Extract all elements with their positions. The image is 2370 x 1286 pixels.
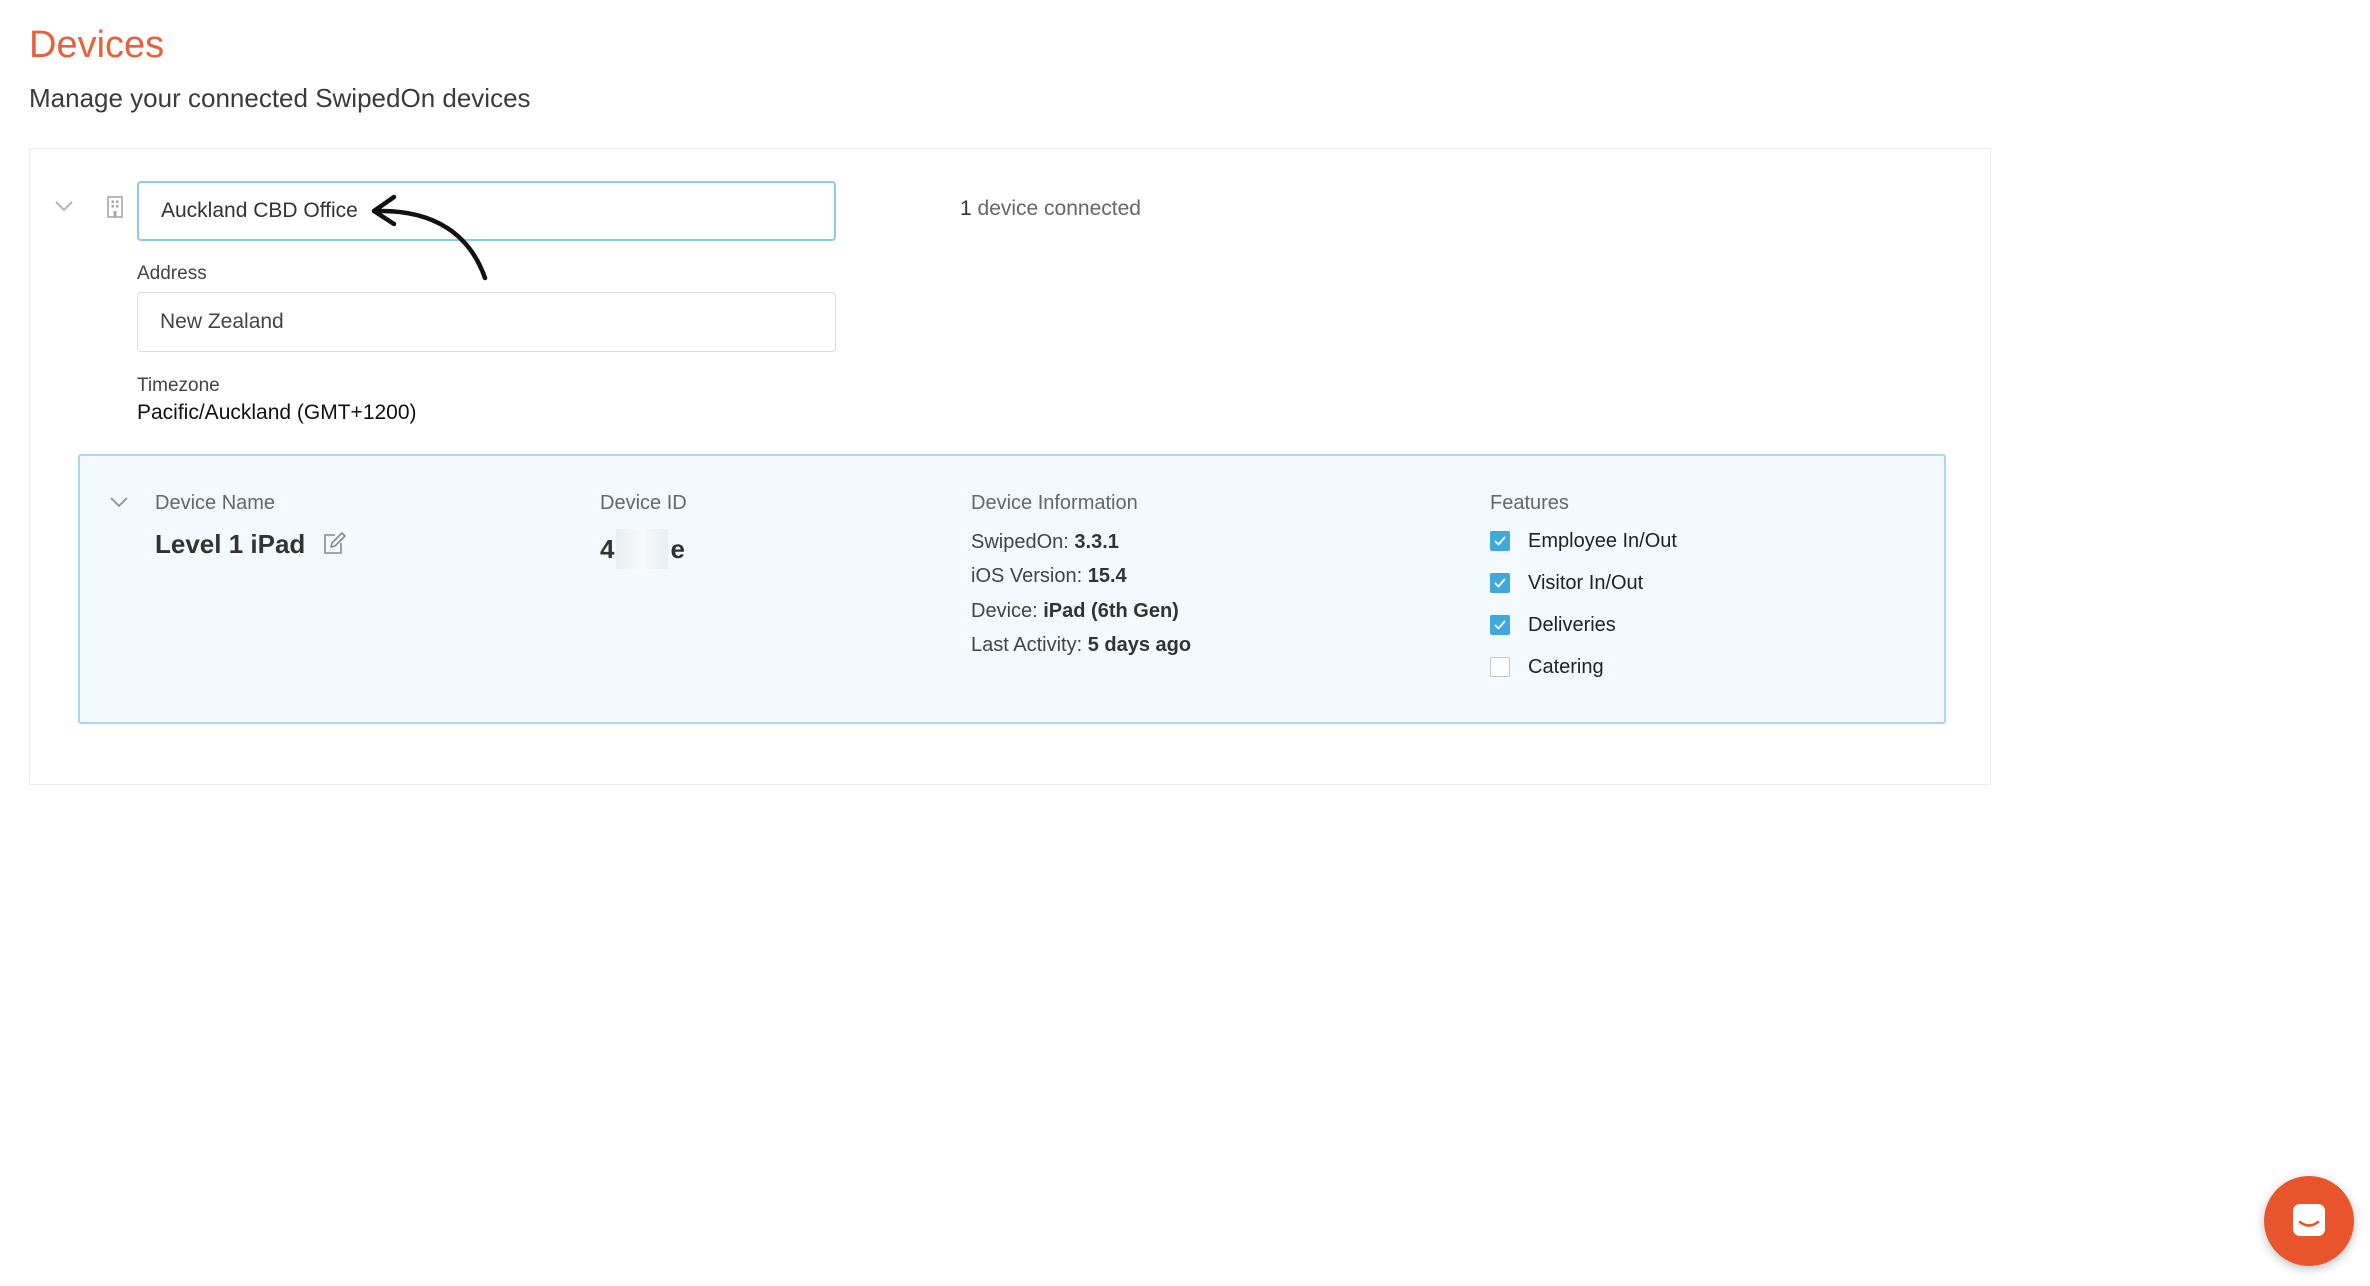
page-title: Devices [29, 24, 165, 66]
page-subtitle: Manage your connected SwipedOn devices [29, 83, 531, 113]
device-id-redacted [616, 529, 669, 569]
checkbox[interactable] [1490, 657, 1510, 677]
check-icon [1494, 620, 1506, 630]
chat-button[interactable] [2264, 1176, 2354, 1266]
timezone-value: Pacific/Auckland (GMT+1200) [137, 401, 417, 424]
device-count: 1 device connected [960, 197, 1141, 221]
checkbox[interactable] [1490, 573, 1510, 593]
device-count-text: device connected [971, 197, 1141, 220]
features-header: Features [1490, 492, 1569, 514]
info-swipedon-version: SwipedOn: 3.3.1 [971, 531, 1119, 553]
location-name-input[interactable] [137, 181, 836, 241]
device-id-header: Device ID [600, 492, 687, 514]
check-icon [1494, 578, 1506, 588]
device-id-start: 4 [600, 533, 615, 564]
checkbox[interactable] [1490, 531, 1510, 551]
feature-label: Deliveries [1528, 613, 1616, 636]
device-name-header: Device Name [155, 492, 276, 514]
devices-page: Devices Manage your connected SwipedOn d… [0, 0, 2370, 1286]
location-card: 1 device connected Address Timezone Paci… [29, 148, 1991, 785]
device-info-header: Device Information [971, 492, 1138, 514]
pencil-edit-icon[interactable] [321, 531, 347, 557]
checkbox[interactable] [1490, 615, 1510, 635]
address-label: Address [137, 263, 207, 284]
device-panel: Device Name Device ID Device Information… [78, 454, 1946, 724]
feature-catering[interactable]: Catering [1490, 654, 1604, 680]
device-count-number: 1 [960, 197, 972, 220]
device-id-end: e [670, 533, 685, 564]
feature-label: Employee In/Out [1528, 529, 1677, 552]
feature-deliveries[interactable]: Deliveries [1490, 612, 1616, 638]
address-input[interactable] [137, 292, 836, 352]
feature-label: Catering [1528, 655, 1604, 678]
timezone-label: Timezone [137, 375, 220, 396]
chat-icon [2293, 1204, 2325, 1236]
feature-visitor-in-out[interactable]: Visitor In/Out [1490, 570, 1643, 596]
chevron-down-icon[interactable] [108, 494, 130, 510]
info-last-activity: Last Activity: 5 days ago [971, 634, 1192, 656]
device-id: 4 e [600, 529, 685, 569]
building-icon [107, 196, 123, 218]
info-device-model: Device: iPad (6th Gen) [971, 600, 1179, 622]
chevron-down-icon[interactable] [52, 197, 76, 215]
feature-label: Visitor In/Out [1528, 571, 1644, 594]
check-icon [1494, 536, 1506, 546]
device-name: Level 1 iPad [155, 529, 306, 559]
info-ios-version: iOS Version: 15.4 [971, 565, 1127, 587]
feature-employee-in-out[interactable]: Employee In/Out [1490, 528, 1677, 554]
